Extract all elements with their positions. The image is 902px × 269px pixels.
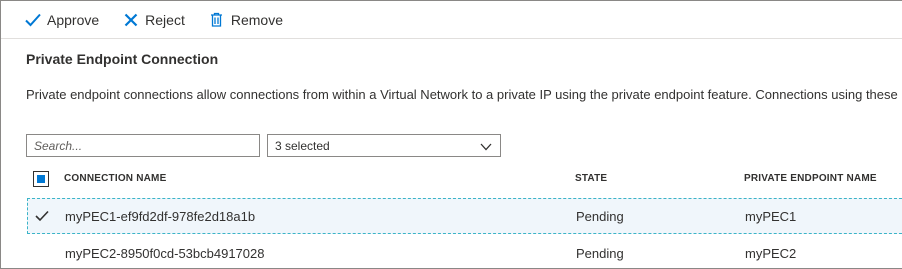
reject-button[interactable]: Reject xyxy=(107,1,193,39)
checkmark-icon xyxy=(35,210,49,222)
close-icon xyxy=(123,12,139,28)
approve-button[interactable]: Approve xyxy=(9,1,107,39)
column-header-connection-name[interactable]: CONNECTION NAME xyxy=(64,167,166,189)
row-checkbox[interactable] xyxy=(34,208,50,224)
endpoint-name-cell: myPEC2 xyxy=(745,245,797,261)
remove-button[interactable]: Remove xyxy=(193,1,291,39)
section-description: Private endpoint connections allow conne… xyxy=(26,87,898,102)
checkmark-icon xyxy=(25,12,41,28)
command-bar: Approve Reject Remove xyxy=(1,1,902,39)
state-cell: Pending xyxy=(576,245,624,261)
select-all-indicator xyxy=(37,175,45,183)
remove-label: Remove xyxy=(230,11,283,28)
column-header-private-endpoint-name[interactable]: PRIVATE ENDPOINT NAME xyxy=(744,167,877,189)
endpoint-name-cell: myPEC1 xyxy=(745,208,797,224)
select-all-checkbox[interactable] xyxy=(33,171,49,187)
table-row[interactable]: myPEC2-8950f0cd-53bcb4917028 Pending myP… xyxy=(27,235,902,268)
table-row[interactable]: myPEC1-ef9fd2df-978fe2d18a1b Pending myP… xyxy=(27,198,902,234)
state-cell: Pending xyxy=(576,208,624,224)
approve-label: Approve xyxy=(47,11,100,28)
chevron-down-icon xyxy=(480,140,492,154)
trash-icon xyxy=(209,12,225,28)
search-input[interactable] xyxy=(26,134,260,157)
section-title: Private Endpoint Connection xyxy=(26,51,219,67)
reject-label: Reject xyxy=(145,11,185,28)
connection-name-cell: myPEC2-8950f0cd-53bcb4917028 xyxy=(65,245,265,261)
connection-name-cell: myPEC1-ef9fd2df-978fe2d18a1b xyxy=(65,208,256,224)
filter-dropdown-value: 3 selected xyxy=(275,138,330,153)
filter-dropdown[interactable]: 3 selected xyxy=(267,134,501,157)
window-frame: Approve Reject Remove Private Endpoint C… xyxy=(0,0,902,269)
column-header-state[interactable]: STATE xyxy=(575,167,607,189)
